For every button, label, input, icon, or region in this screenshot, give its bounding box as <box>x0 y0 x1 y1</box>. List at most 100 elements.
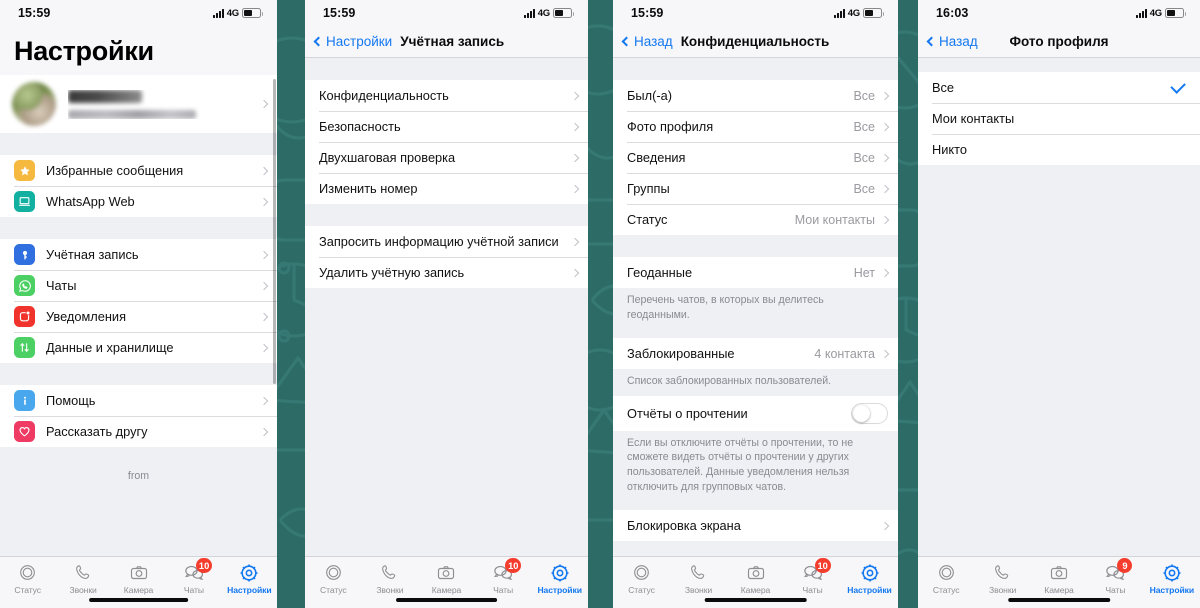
back-button[interactable]: Назад <box>621 34 673 49</box>
list-item-label: Изменить номер <box>319 181 418 196</box>
back-button[interactable]: Настройки <box>313 34 392 49</box>
sidebar-item-tell-a-friend[interactable]: Рассказать другу <box>0 416 277 447</box>
list-item-last-seen[interactable]: Был(-а) Все <box>613 80 898 111</box>
list-item-label: Запросить информацию учётной записи <box>319 234 559 249</box>
read-receipts-toggle[interactable] <box>851 402 888 424</box>
tab-label: Чаты <box>1105 585 1126 595</box>
option-everyone[interactable]: Все <box>918 72 1200 103</box>
chevron-right-icon <box>880 268 890 277</box>
chevron-right-icon <box>259 99 269 109</box>
list-item-live-location[interactable]: Геоданные Нет <box>613 257 898 288</box>
footer-from-text: from <box>0 461 277 491</box>
list-item-about[interactable]: Сведения Все <box>613 142 898 173</box>
list-item-blocked[interactable]: Заблокированные 4 контакта <box>613 338 898 370</box>
sidebar-item-help[interactable]: Помощь <box>0 385 277 416</box>
sidebar-item-label: Данные и хранилище <box>46 340 174 355</box>
list-item-label: Группы <box>627 181 670 196</box>
tab-label: Статус <box>628 585 655 595</box>
phone-panel-settings: 15:59 4G Настройки Избранные сообщения W… <box>0 0 277 608</box>
tab-chats[interactable]: 10 Чаты <box>475 558 532 595</box>
tab-camera[interactable]: Камера <box>727 562 784 595</box>
list-item-privacy[interactable]: Конфиденциальность <box>305 80 588 111</box>
list-item-groups[interactable]: Группы Все <box>613 173 898 204</box>
tab-settings[interactable]: Настройки <box>222 562 277 595</box>
privacy-group-location: Геоданные Нет <box>613 257 898 288</box>
tab-label: Чаты <box>183 585 204 595</box>
chevron-right-icon <box>880 349 890 358</box>
tab-camera[interactable]: Камера <box>111 562 166 595</box>
sidebar-item-storage[interactable]: Данные и хранилище <box>0 332 277 363</box>
list-item-status[interactable]: Статус Мои контакты <box>613 204 898 235</box>
profile-photo-scroll-area[interactable]: Все Мои контакты Никто <box>918 58 1200 556</box>
phone-icon <box>689 562 708 583</box>
account-group-a: Конфиденциальность Безопасность Двухшаго… <box>305 80 588 204</box>
option-my-contacts[interactable]: Мои контакты <box>918 103 1200 134</box>
tab-settings[interactable]: Настройки <box>531 562 588 595</box>
heart-icon <box>14 421 35 442</box>
tab-label: Чаты <box>493 585 514 595</box>
status-time: 16:03 <box>936 6 969 20</box>
section-gap <box>918 58 1200 72</box>
tab-bar-wrap: Статус Звонки Камера <box>0 556 277 608</box>
tab-camera[interactable]: Камера <box>1031 562 1087 595</box>
tab-chats[interactable]: 9 Чаты <box>1087 558 1143 595</box>
read-receipts-footnote: Если вы отключите отчёты о прочтении, то… <box>613 430 898 502</box>
list-item-delete-account[interactable]: Удалить учётную запись <box>305 257 588 288</box>
tab-chats[interactable]: 10 Чаты <box>784 558 841 595</box>
list-item-profile-photo[interactable]: Фото профиля Все <box>613 111 898 142</box>
tab-status[interactable]: Статус <box>0 562 55 595</box>
privacy-group-read-receipts: Отчёты о прочтении <box>613 395 898 431</box>
tab-status[interactable]: Статус <box>305 562 362 595</box>
screenshot-root: 15:59 4G Настройки Избранные сообщения W… <box>0 0 1200 608</box>
tab-settings[interactable]: Настройки <box>1144 562 1200 595</box>
tab-calls[interactable]: Звонки <box>55 562 110 595</box>
profile-row[interactable] <box>0 75 277 133</box>
chevron-right-icon <box>880 153 890 162</box>
chevron-right-icon <box>570 153 580 162</box>
list-item-security[interactable]: Безопасность <box>305 111 588 142</box>
tab-calls[interactable]: Звонки <box>362 562 419 595</box>
list-item-read-receipts[interactable]: Отчёты о прочтении <box>613 395 898 431</box>
camera-icon <box>1049 562 1069 583</box>
tab-calls[interactable]: Звонки <box>974 562 1030 595</box>
list-item-label: Сведения <box>627 150 686 165</box>
tab-calls[interactable]: Звонки <box>670 562 727 595</box>
profile-status-blurred <box>68 109 196 119</box>
sidebar-item-chats[interactable]: Чаты <box>0 270 277 301</box>
account-scroll-area[interactable]: Конфиденциальность Безопасность Двухшаго… <box>305 58 588 556</box>
tab-status[interactable]: Статус <box>613 562 670 595</box>
status-bar: 16:03 4G <box>918 0 1200 26</box>
list-item-change-number[interactable]: Изменить номер <box>305 173 588 204</box>
privacy-scroll-area[interactable]: Был(-а) Все Фото профиля Все Сведения Вс… <box>613 58 898 556</box>
tab-camera[interactable]: Камера <box>418 562 475 595</box>
section-gap <box>613 235 898 257</box>
battery-icon <box>863 8 884 18</box>
tab-status[interactable]: Статус <box>918 562 974 595</box>
chats-badge: 10 <box>505 558 522 573</box>
list-item-value: Все <box>853 119 875 134</box>
chats-badge: 10 <box>814 558 831 573</box>
battery-icon <box>242 8 263 18</box>
list-item-two-step[interactable]: Двухшаговая проверка <box>305 142 588 173</box>
status-rings-icon <box>937 562 956 583</box>
chevron-right-icon <box>259 250 269 259</box>
vertical-scrollbar[interactable] <box>273 79 276 384</box>
back-button[interactable]: Назад <box>926 34 978 49</box>
list-item-label: Блокировка экрана <box>627 518 741 534</box>
settings-group-c: Помощь Рассказать другу <box>0 385 277 447</box>
section-gap <box>0 217 277 239</box>
sidebar-item-starred[interactable]: Избранные сообщения <box>0 155 277 186</box>
tab-settings[interactable]: Настройки <box>841 562 898 595</box>
list-item-request-info[interactable]: Запросить информацию учётной записи <box>305 226 588 257</box>
option-nobody[interactable]: Никто <box>918 134 1200 165</box>
chevron-right-icon <box>880 122 890 131</box>
settings-scroll-area[interactable]: Избранные сообщения WhatsApp Web Учётная… <box>0 75 277 556</box>
sidebar-item-account[interactable]: Учётная запись <box>0 239 277 270</box>
sidebar-item-notifications[interactable]: Уведомления <box>0 301 277 332</box>
tab-chats[interactable]: 10 Чаты <box>166 558 221 595</box>
location-footnote: Перечень чатов, в которых вы делитесь ге… <box>613 288 898 330</box>
option-label: Все <box>932 80 955 95</box>
sidebar-item-whatsapp-web[interactable]: WhatsApp Web <box>0 186 277 217</box>
nav-title: Конфиденциальность <box>680 34 830 49</box>
list-item-screen-lock[interactable]: Блокировка экрана <box>613 510 898 542</box>
